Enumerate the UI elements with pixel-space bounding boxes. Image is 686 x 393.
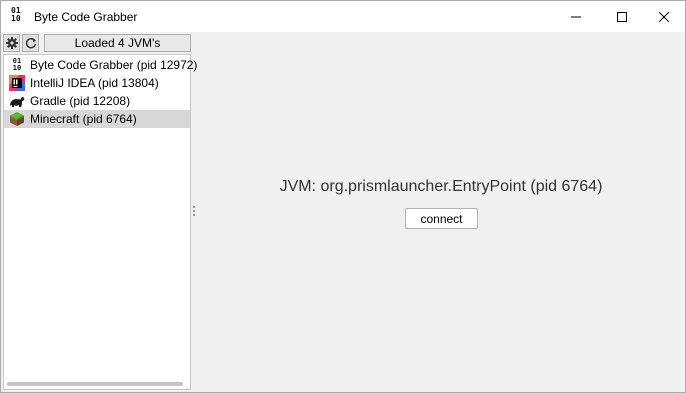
jvm-list[interactable]: 0110 Byte Code Grabber (pid 12972) Inte [3,54,198,390]
refresh-button[interactable] [22,34,39,52]
list-item-label: Minecraft (pid 6764) [30,112,137,126]
settings-button[interactable] [3,34,20,52]
sidebar-toolbar: Loaded 4 JVM's [3,34,191,52]
list-item-label: IntelliJ IDEA (pid 13804) [30,76,159,90]
refresh-icon [25,37,36,49]
maximize-icon [617,11,627,22]
list-item-minecraft[interactable]: Minecraft (pid 6764) [4,110,190,128]
gradle-icon [9,93,25,109]
jvm-count-status[interactable]: Loaded 4 JVM's [44,34,191,52]
minimize-icon [571,16,581,17]
window-title: Byte Code Grabber [34,10,138,24]
horizontal-scrollbar[interactable] [7,382,183,386]
minecraft-icon [9,111,25,127]
minimize-button[interactable] [553,1,599,32]
selected-jvm-label: JVM: org.prismlauncher.EntryPoint (pid 6… [279,178,603,195]
panel-splitter-handle[interactable] [192,206,196,220]
gear-icon [5,37,18,49]
title-bar[interactable]: 01 10 Byte Code Grabber [1,1,685,32]
jvm-details-panel: JVM: org.prismlauncher.EntryPoint (pid 6… [197,32,685,392]
list-item-label: Byte Code Grabber (pid 12972) [30,58,198,72]
maximize-button[interactable] [599,1,645,32]
connect-button[interactable]: connect [405,208,478,229]
list-item-gradle[interactable]: Gradle (pid 12208) [4,92,190,110]
list-item-intellij[interactable]: IntelliJ IDEA (pid 13804) [4,74,190,92]
app-window: 01 10 Byte Code Grabber Loaded 4 JVM's 0… [0,0,686,393]
binary-icon: 01 10 [12,57,22,72]
list-item-byte-code-grabber[interactable]: 01 10 Byte Code Grabber (pid 12972) [4,56,198,74]
close-button[interactable] [641,1,686,32]
intellij-icon [9,75,25,91]
app-logo-icon: 01 10 [11,6,21,23]
list-item-label: Gradle (pid 12208) [30,94,131,108]
close-icon [659,11,669,22]
jvm-sidebar: Loaded 4 JVM's 01 10 Byte Code Grabber (p… [1,32,198,392]
